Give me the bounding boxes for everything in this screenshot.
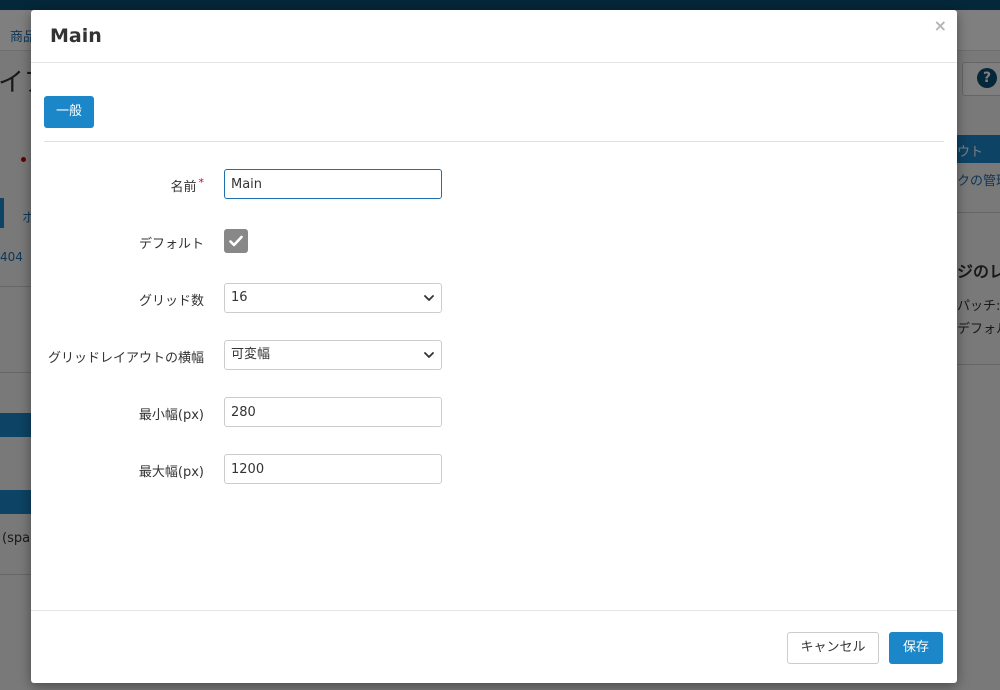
min-width-input[interactable] <box>224 397 442 427</box>
default-label: デフォルト <box>138 237 204 252</box>
tab-general[interactable]: 一般 <box>44 96 94 128</box>
layout-edit-dialog: Main × 一般 名前* デフォルト グリッド数 16 グリッドレイアウトの横… <box>31 10 957 683</box>
chevron-down-icon <box>424 295 434 301</box>
grid-count-value: 16 <box>231 290 248 305</box>
save-button[interactable]: 保存 <box>889 632 943 664</box>
grid-count-label: グリッド数 <box>138 294 204 309</box>
grid-count-select[interactable]: 16 <box>224 283 442 313</box>
check-icon <box>229 235 243 247</box>
modal-header: Main × <box>31 10 957 63</box>
grid-layout-width-select[interactable]: 可変幅 <box>224 340 442 370</box>
modal-title: Main <box>50 25 102 47</box>
modal-footer: キャンセル 保存 <box>31 610 957 684</box>
name-input[interactable] <box>224 169 442 199</box>
name-label: 名前 * <box>170 176 204 195</box>
max-width-input[interactable] <box>224 454 442 484</box>
max-width-label: 最大幅(px) <box>138 465 204 480</box>
required-mark: * <box>198 176 205 189</box>
grid-layout-width-label: グリッドレイアウトの横幅 <box>47 351 204 366</box>
chevron-down-icon <box>424 352 434 358</box>
close-icon[interactable]: × <box>934 16 947 35</box>
cancel-button[interactable]: キャンセル <box>787 632 879 664</box>
min-width-label: 最小幅(px) <box>138 408 204 423</box>
default-checkbox[interactable] <box>224 229 248 253</box>
grid-layout-width-value: 可変幅 <box>231 347 271 362</box>
tab-divider <box>44 141 944 142</box>
